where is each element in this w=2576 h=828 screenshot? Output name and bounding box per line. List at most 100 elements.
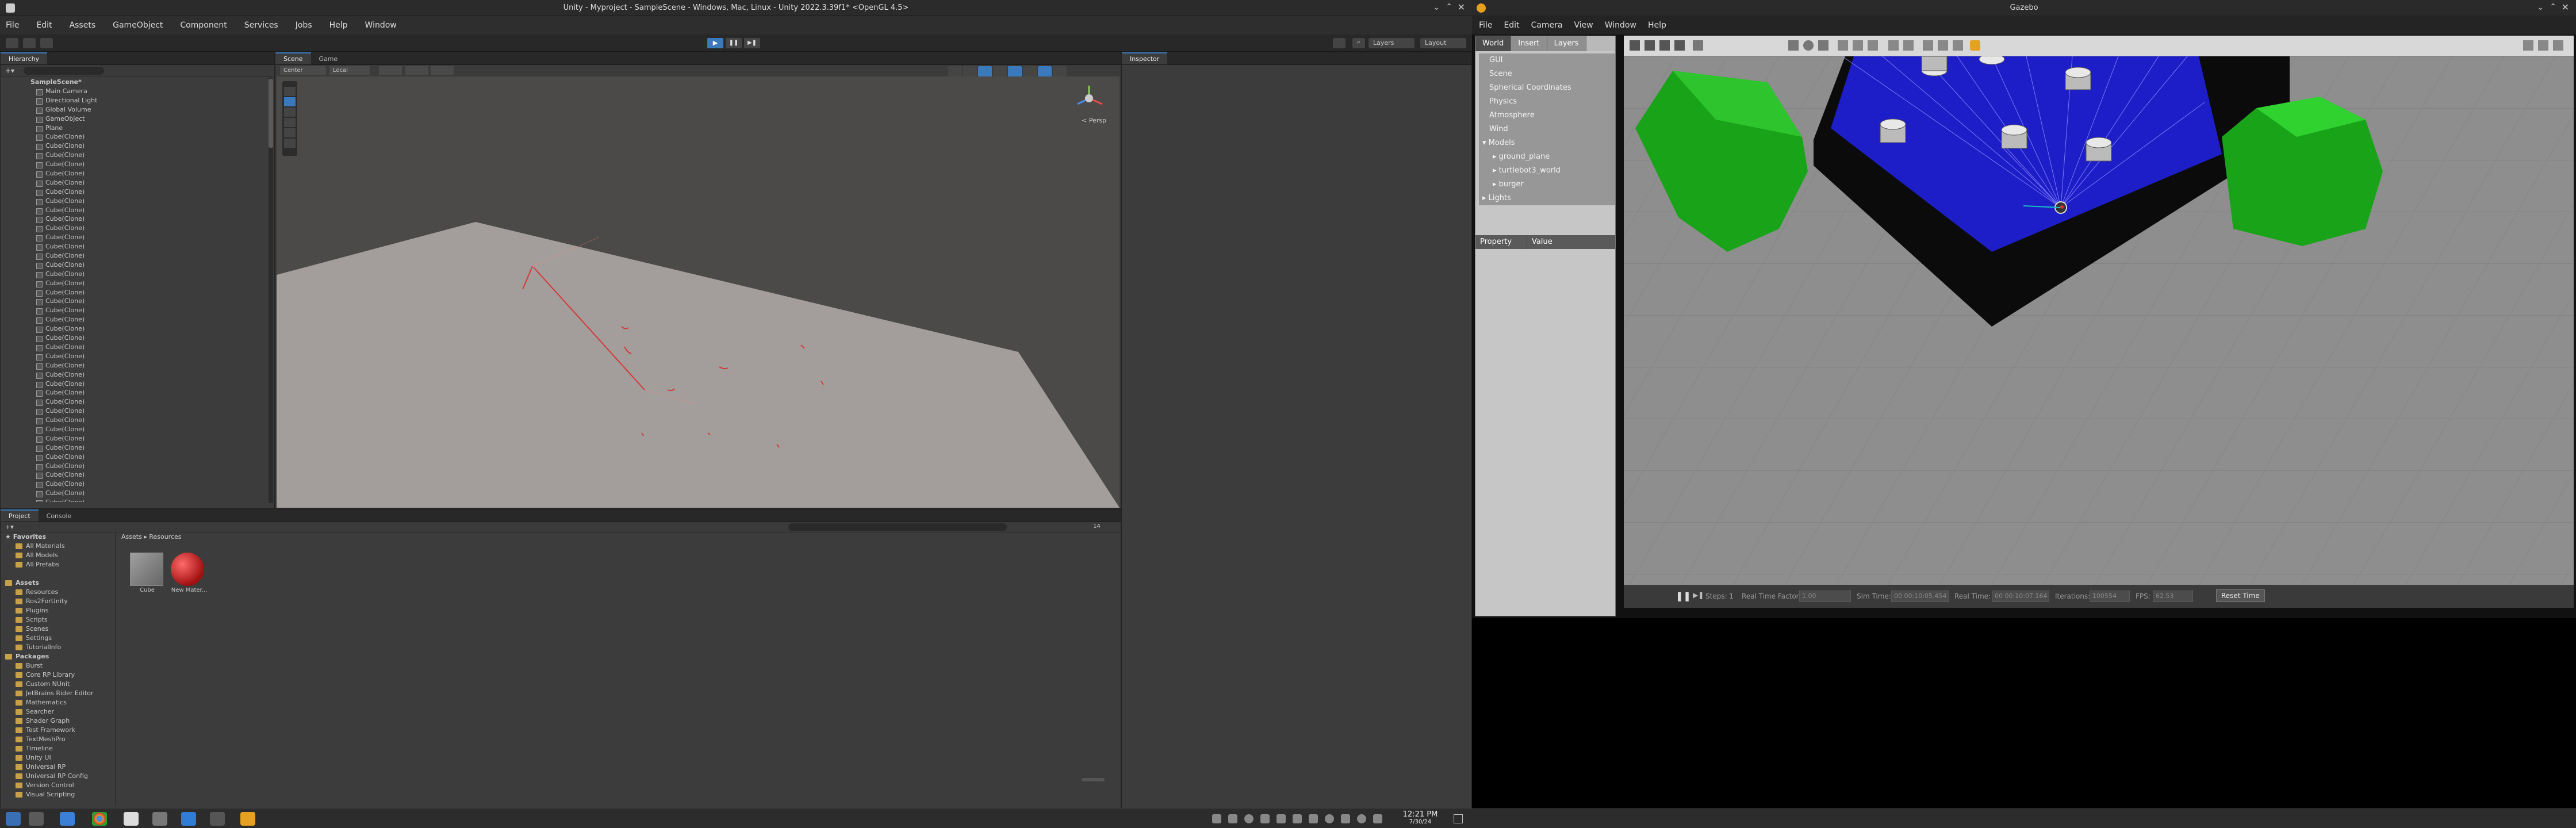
minimize-icon[interactable]: ⌄	[1433, 3, 1440, 12]
pointlight-icon[interactable]	[1838, 40, 1848, 51]
favorites-header[interactable]: ★ Favorites	[1, 532, 115, 542]
asset-material[interactable]: New Mater...	[171, 553, 208, 593]
project-tree-item[interactable]: Unity UI	[1, 753, 115, 762]
project-tree-item[interactable]: Universal RP Config	[1, 772, 115, 781]
unity-taskbar-icon[interactable]	[124, 812, 139, 826]
reset-time-button[interactable]: Reset Time	[2216, 589, 2265, 602]
project-tree-item[interactable]: All Models	[1, 551, 115, 560]
hierarchy-item-cube-clone[interactable]: Cube(Clone)	[1, 324, 274, 334]
tab-scene[interactable]: Scene	[275, 52, 311, 64]
select-tool-icon[interactable]	[1630, 40, 1640, 51]
icon-size-slider[interactable]	[1082, 778, 1105, 781]
gz-tab-insert[interactable]: Insert	[1511, 36, 1547, 51]
hidden-icon[interactable]	[1023, 66, 1037, 78]
hierarchy-item[interactable]: Main Camera	[1, 87, 274, 96]
project-tree-item[interactable]: Core RP Library	[1, 670, 115, 680]
log-icon[interactable]	[2538, 40, 2548, 51]
battery-icon[interactable]	[1373, 814, 1382, 823]
pause-icon[interactable]: ❚❚	[1676, 591, 1691, 601]
hierarchy-item-cube-clone[interactable]: Cube(Clone)	[1, 169, 274, 178]
menu-gameobject[interactable]: GameObject	[113, 21, 163, 30]
tray-app-icon[interactable]	[1212, 814, 1221, 823]
hierarchy-item-cube-clone[interactable]: Cube(Clone)	[1, 397, 274, 407]
show-desktop-icon[interactable]	[1454, 814, 1463, 823]
gz-tree-item[interactable]: Spherical Coordinates	[1479, 81, 1615, 95]
hierarchy-item-cube-clone[interactable]: Cube(Clone)	[1, 214, 274, 224]
gz-menu-edit[interactable]: Edit	[1504, 21, 1519, 30]
snap-icon[interactable]	[1938, 40, 1948, 51]
clock[interactable]: 12:21 PM 7/30/24	[1392, 810, 1449, 825]
layers-dropdown[interactable]: Layers	[1368, 38, 1414, 48]
assets-header[interactable]: Assets	[1, 578, 115, 588]
layout-dropdown[interactable]: Layout	[1420, 38, 1466, 48]
project-tree-item[interactable]: TextMeshPro	[1, 735, 115, 744]
hierarchy-item-cube-clone[interactable]: Cube(Clone)	[1, 480, 274, 489]
hierarchy-item-cube-clone[interactable]: Cube(Clone)	[1, 187, 274, 197]
hierarchy-item-cube-clone[interactable]: Cube(Clone)	[1, 132, 274, 141]
wifi-icon[interactable]	[1357, 814, 1366, 823]
hierarchy-item-cube-clone[interactable]: Cube(Clone)	[1, 352, 274, 361]
rotate-tool-icon[interactable]	[1659, 40, 1670, 51]
tab-hierarchy[interactable]: Hierarchy	[1, 52, 48, 64]
tray-app-icon[interactable]	[1228, 814, 1237, 823]
hierarchy-item-cube-clone[interactable]: Cube(Clone)	[1, 443, 274, 453]
hierarchy-item-cube-clone[interactable]: Cube(Clone)	[1, 489, 274, 498]
box-shape-icon[interactable]	[1788, 40, 1799, 51]
camera-icon[interactable]	[1038, 66, 1052, 78]
maximize-icon[interactable]: ⌃	[1446, 2, 1452, 12]
project-tree-item[interactable]: Version Control	[1, 781, 115, 790]
hierarchy-item-cube-clone[interactable]: Cube(Clone)	[1, 178, 274, 187]
gz-tab-world[interactable]: World	[1475, 36, 1512, 51]
tray-app-icon[interactable]	[1244, 814, 1254, 823]
hierarchy-item-cube-clone[interactable]: Cube(Clone)	[1, 425, 274, 434]
audio-icon[interactable]	[993, 66, 1007, 78]
hierarchy-item-cube-clone[interactable]: Cube(Clone)	[1, 233, 274, 242]
hierarchy-item-cube-clone[interactable]: Cube(Clone)	[1, 434, 274, 443]
step-button[interactable]: ▶❚	[744, 38, 760, 48]
transform-tool-icon[interactable]	[284, 139, 296, 148]
menu-file[interactable]: File	[6, 21, 19, 30]
hierarchy-item[interactable]: Global Volume	[1, 105, 274, 114]
volume-icon[interactable]	[1325, 814, 1334, 823]
project-tree-item[interactable]: Scenes	[1, 624, 115, 634]
tray-app-icon[interactable]	[1276, 814, 1286, 823]
gizmos-icon[interactable]	[1053, 66, 1067, 78]
bluetooth-icon[interactable]	[1341, 814, 1350, 823]
add-icon[interactable]: +▾	[5, 67, 14, 75]
gz-tree-item[interactable]: Atmosphere	[1479, 109, 1615, 122]
project-tree-item[interactable]: Custom NUnit	[1, 680, 115, 689]
align-icon[interactable]	[1923, 40, 1933, 51]
project-tree-item[interactable]: Timeline	[1, 744, 115, 753]
hierarchy-item[interactable]: Plane	[1, 124, 274, 133]
hierarchy-item-cube-clone[interactable]: Cube(Clone)	[1, 462, 274, 471]
hierarchy-item-cube-clone[interactable]: Cube(Clone)	[1, 343, 274, 352]
project-tree-item[interactable]: All Materials	[1, 542, 115, 551]
sphere-shape-icon[interactable]	[1803, 40, 1814, 51]
hierarchy-item-cube-clone[interactable]: Cube(Clone)	[1, 370, 274, 379]
terminal-icon[interactable]	[152, 812, 167, 826]
hierarchy-item-cube-clone[interactable]: Cube(Clone)	[1, 206, 274, 215]
2d-icon[interactable]	[963, 66, 977, 78]
asset-cube[interactable]: Cube	[130, 553, 164, 593]
project-tree-item[interactable]: JetBrains Rider Editor	[1, 689, 115, 698]
breadcrumb-assets[interactable]: Assets	[121, 533, 142, 540]
step-icon[interactable]: ▶❚	[1693, 591, 1704, 599]
menu-window[interactable]: Window	[365, 21, 397, 30]
hierarchy-search-input[interactable]	[24, 67, 104, 75]
hierarchy-item-cube-clone[interactable]: Cube(Clone)	[1, 151, 274, 160]
file-manager-icon[interactable]	[60, 812, 75, 826]
move-tool-icon[interactable]	[284, 97, 296, 106]
project-tree-item[interactable]: Test Framework	[1, 726, 115, 735]
project-tree-item[interactable]: TutorialInfo	[1, 643, 115, 652]
snap-icon[interactable]	[405, 66, 428, 75]
hierarchy-item-cube-clone[interactable]: Cube(Clone)	[1, 379, 274, 389]
gz-tree-lights[interactable]: ▸ Lights	[1479, 191, 1615, 205]
effects-icon[interactable]	[1008, 66, 1022, 78]
hierarchy-item-cube-clone[interactable]: Cube(Clone)	[1, 498, 274, 502]
rect-tool-icon[interactable]	[284, 128, 296, 137]
pause-button[interactable]: ❚❚	[726, 38, 742, 48]
gz-tree-item[interactable]: Scene	[1479, 67, 1615, 81]
tab-project[interactable]: Project	[1, 509, 39, 522]
menu-edit[interactable]: Edit	[36, 21, 52, 30]
scene-viewport[interactable]	[277, 76, 1120, 508]
